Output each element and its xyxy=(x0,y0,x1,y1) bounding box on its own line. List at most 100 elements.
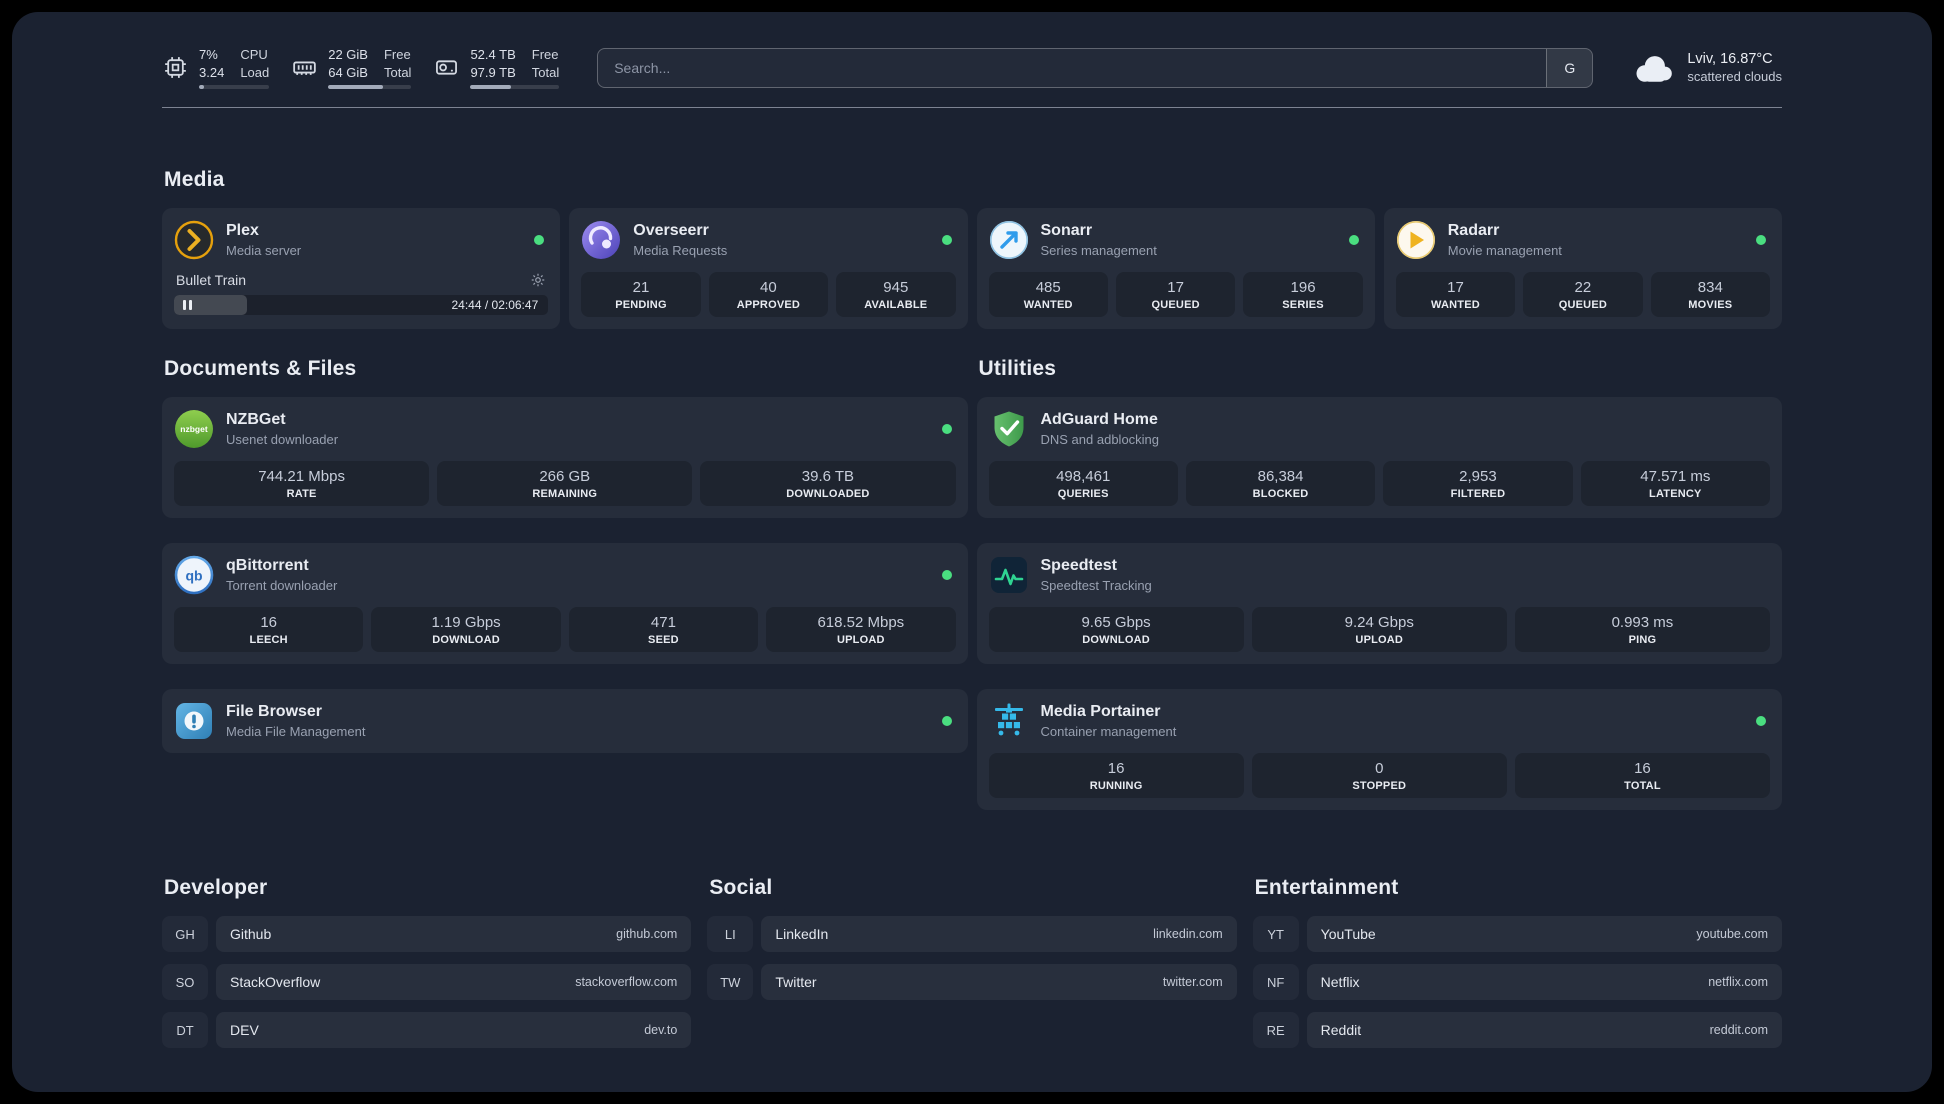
stat-download: 9.65 Gbps DOWNLOAD xyxy=(988,607,1244,653)
section-documents: Documents & Files nzbget NZBGet Usenet d… xyxy=(162,357,968,754)
filebrowser-icon xyxy=(174,701,214,741)
disk-progress-fill xyxy=(470,85,512,90)
bookmark-youtube[interactable]: YT YouTube youtube.com xyxy=(1252,916,1782,953)
service-name: Speedtest xyxy=(1040,556,1117,574)
stat-seed: 471 SEED xyxy=(568,607,759,653)
service-card-radarr[interactable]: Radarr Movie management 17 WANTED 22 QUEUE… xyxy=(1383,208,1782,330)
stat-queued: 17 QUEUED xyxy=(1115,272,1236,318)
stat-leech: 16 LEECH xyxy=(174,607,364,653)
topbar-divider xyxy=(162,107,1782,109)
cpu-usage-label: CPU xyxy=(240,47,268,62)
stat-queries: 498,461 QUERIES xyxy=(988,461,1178,507)
stat-wanted: 485 WANTED xyxy=(988,272,1108,318)
weather-widget: Lviv, 16.87°C scattered clouds xyxy=(1631,51,1782,84)
stat-upload: 618.52 Mbps UPLOAD xyxy=(766,607,956,653)
stat-available: 945 AVAILABLE xyxy=(836,272,956,318)
bookmark-linkedin[interactable]: LI LinkedIn linkedin.com xyxy=(707,916,1237,953)
service-card-overseerr[interactable]: Overseerr Media Requests 21 PENDING 40 APP… xyxy=(569,208,968,330)
stat-stopped: 0 STOPPED xyxy=(1251,753,1507,799)
memory-widget: 22 GiB Free 64 GiB Total xyxy=(291,46,412,90)
overseerr-icon xyxy=(581,220,621,260)
top-bar: 7% CPU 3.24 Load 22 GiB Free 64 GiB Tota… xyxy=(162,46,1782,90)
search-provider-button[interactable]: G xyxy=(1546,48,1593,87)
gear-icon[interactable] xyxy=(530,272,546,288)
plex-progress-bar[interactable]: 24:44 / 02:06:47 xyxy=(174,295,549,316)
service-name: File Browser xyxy=(226,702,323,720)
service-subtitle: Media Requests xyxy=(633,243,728,259)
cpu-progress-track xyxy=(199,85,270,90)
stat-remaining: 266 GB REMAINING xyxy=(437,461,693,507)
service-card-qbittorrent[interactable]: qb qBittorrent Torrent downloader 16 LEEC… xyxy=(162,543,968,665)
service-subtitle: Container management xyxy=(1040,724,1177,740)
bookmark-abbr: TW xyxy=(707,964,754,1001)
service-subtitle: Media File Management xyxy=(226,724,366,740)
section-title-entertainment: Entertainment xyxy=(1254,876,1399,900)
service-card-nzbget[interactable]: nzbget NZBGet Usenet downloader 744.21 M… xyxy=(162,397,968,519)
disk-total-label: Total xyxy=(531,64,560,80)
weather-condition: scattered clouds xyxy=(1687,69,1782,85)
disk-total-value: 97.9 TB xyxy=(470,64,516,80)
stat-downloaded: 39.6 TB DOWNLOADED xyxy=(700,461,956,507)
service-card-sonarr[interactable]: Sonarr Series management 485 WANTED 17 QUE… xyxy=(976,208,1375,330)
bookmark-twitter[interactable]: TW Twitter twitter.com xyxy=(707,964,1237,1001)
bookmark-stackoverflow[interactable]: SO StackOverflow stackoverflow.com xyxy=(162,964,692,1001)
bookmark-abbr: NF xyxy=(1252,964,1299,1001)
service-name: Overseerr xyxy=(633,221,709,239)
service-card-plex[interactable]: Plex Media server Bullet Train 24:44 / 0… xyxy=(162,208,561,330)
plex-icon xyxy=(174,220,214,260)
bookmark-github[interactable]: GH Github github.com xyxy=(162,916,692,953)
service-subtitle: Media server xyxy=(226,243,302,259)
now-playing-title: Bullet Train xyxy=(176,272,247,289)
bookmark-abbr: GH xyxy=(162,916,208,953)
bookmark-abbr: RE xyxy=(1252,1012,1299,1049)
bookmark-group-developer: Developer GH Github github.com SO StackOv… xyxy=(162,876,692,1060)
bookmark-netflix[interactable]: NF Netflix netflix.com xyxy=(1252,964,1782,1001)
section-title-media: Media xyxy=(164,168,225,192)
status-dot xyxy=(941,424,952,435)
section-title-social: Social xyxy=(709,876,773,900)
nzbget-icon: nzbget xyxy=(174,409,214,449)
search-input[interactable] xyxy=(598,48,1547,87)
memory-total-value: 64 GiB xyxy=(328,64,368,80)
qbittorrent-icon: qb xyxy=(174,555,214,595)
section-utilities: Utilities AdGuard Home DNS and adblockin… xyxy=(976,357,1782,811)
service-subtitle: Torrent downloader xyxy=(226,578,338,594)
service-subtitle: Speedtest Tracking xyxy=(1040,578,1152,594)
stat-wanted: 17 WANTED xyxy=(1395,272,1516,318)
service-subtitle: DNS and adblocking xyxy=(1040,432,1160,448)
bookmark-reddit[interactable]: RE Reddit reddit.com xyxy=(1252,1012,1782,1049)
dashboard: 7% CPU 3.24 Load 22 GiB Free 64 GiB Tota… xyxy=(12,12,1932,1092)
stat-movies: 834 MOVIES xyxy=(1650,272,1771,318)
section-media: Media Plex Media server Bullet Train 24:… xyxy=(162,168,1782,330)
service-card-adguard[interactable]: AdGuard Home DNS and adblocking 498,461 Q… xyxy=(976,397,1782,519)
pause-icon[interactable] xyxy=(183,300,192,311)
disk-progress-track xyxy=(470,85,560,90)
svg-text:qb: qb xyxy=(185,568,202,584)
sonarr-icon xyxy=(989,220,1029,260)
service-name: Sonarr xyxy=(1040,221,1093,239)
bookmark-abbr: YT xyxy=(1252,916,1299,953)
bookmark-abbr: SO xyxy=(162,964,208,1001)
service-name: NZBGet xyxy=(226,410,286,428)
service-name: Radarr xyxy=(1447,221,1500,239)
bookmark-group-social: Social LI LinkedIn linkedin.com TW Twitte… xyxy=(707,876,1237,1012)
weather-location: Lviv, 16.87°C xyxy=(1687,51,1773,68)
disk-icon xyxy=(433,54,460,81)
speedtest-icon xyxy=(989,555,1029,595)
radarr-icon xyxy=(1396,220,1436,260)
cpu-usage-value: 7% xyxy=(199,47,218,62)
memory-free-value: 22 GiB xyxy=(328,47,368,62)
service-card-filebrowser[interactable]: File Browser Media File Management xyxy=(162,689,968,754)
bookmark-dev[interactable]: DT DEV dev.to xyxy=(162,1012,692,1049)
plex-now-playing: Bullet Train 24:44 / 02:06:47 xyxy=(174,272,549,316)
section-title-developer: Developer xyxy=(164,876,268,900)
bookmark-abbr: LI xyxy=(707,916,754,953)
stat-blocked: 86,384 BLOCKED xyxy=(1185,461,1376,507)
plex-playback-time: 24:44 / 02:06:47 xyxy=(451,298,539,313)
stat-ping: 0.993 ms PING xyxy=(1514,607,1771,653)
service-card-portainer[interactable]: Media Portainer Container management 16 R… xyxy=(976,689,1782,811)
service-card-speedtest[interactable]: Speedtest Speedtest Tracking 9.65 Gbps DO… xyxy=(976,543,1782,665)
memory-total-label: Total xyxy=(383,64,412,80)
service-name: Media Portainer xyxy=(1040,702,1161,720)
stat-rate: 744.21 Mbps RATE xyxy=(174,461,430,507)
